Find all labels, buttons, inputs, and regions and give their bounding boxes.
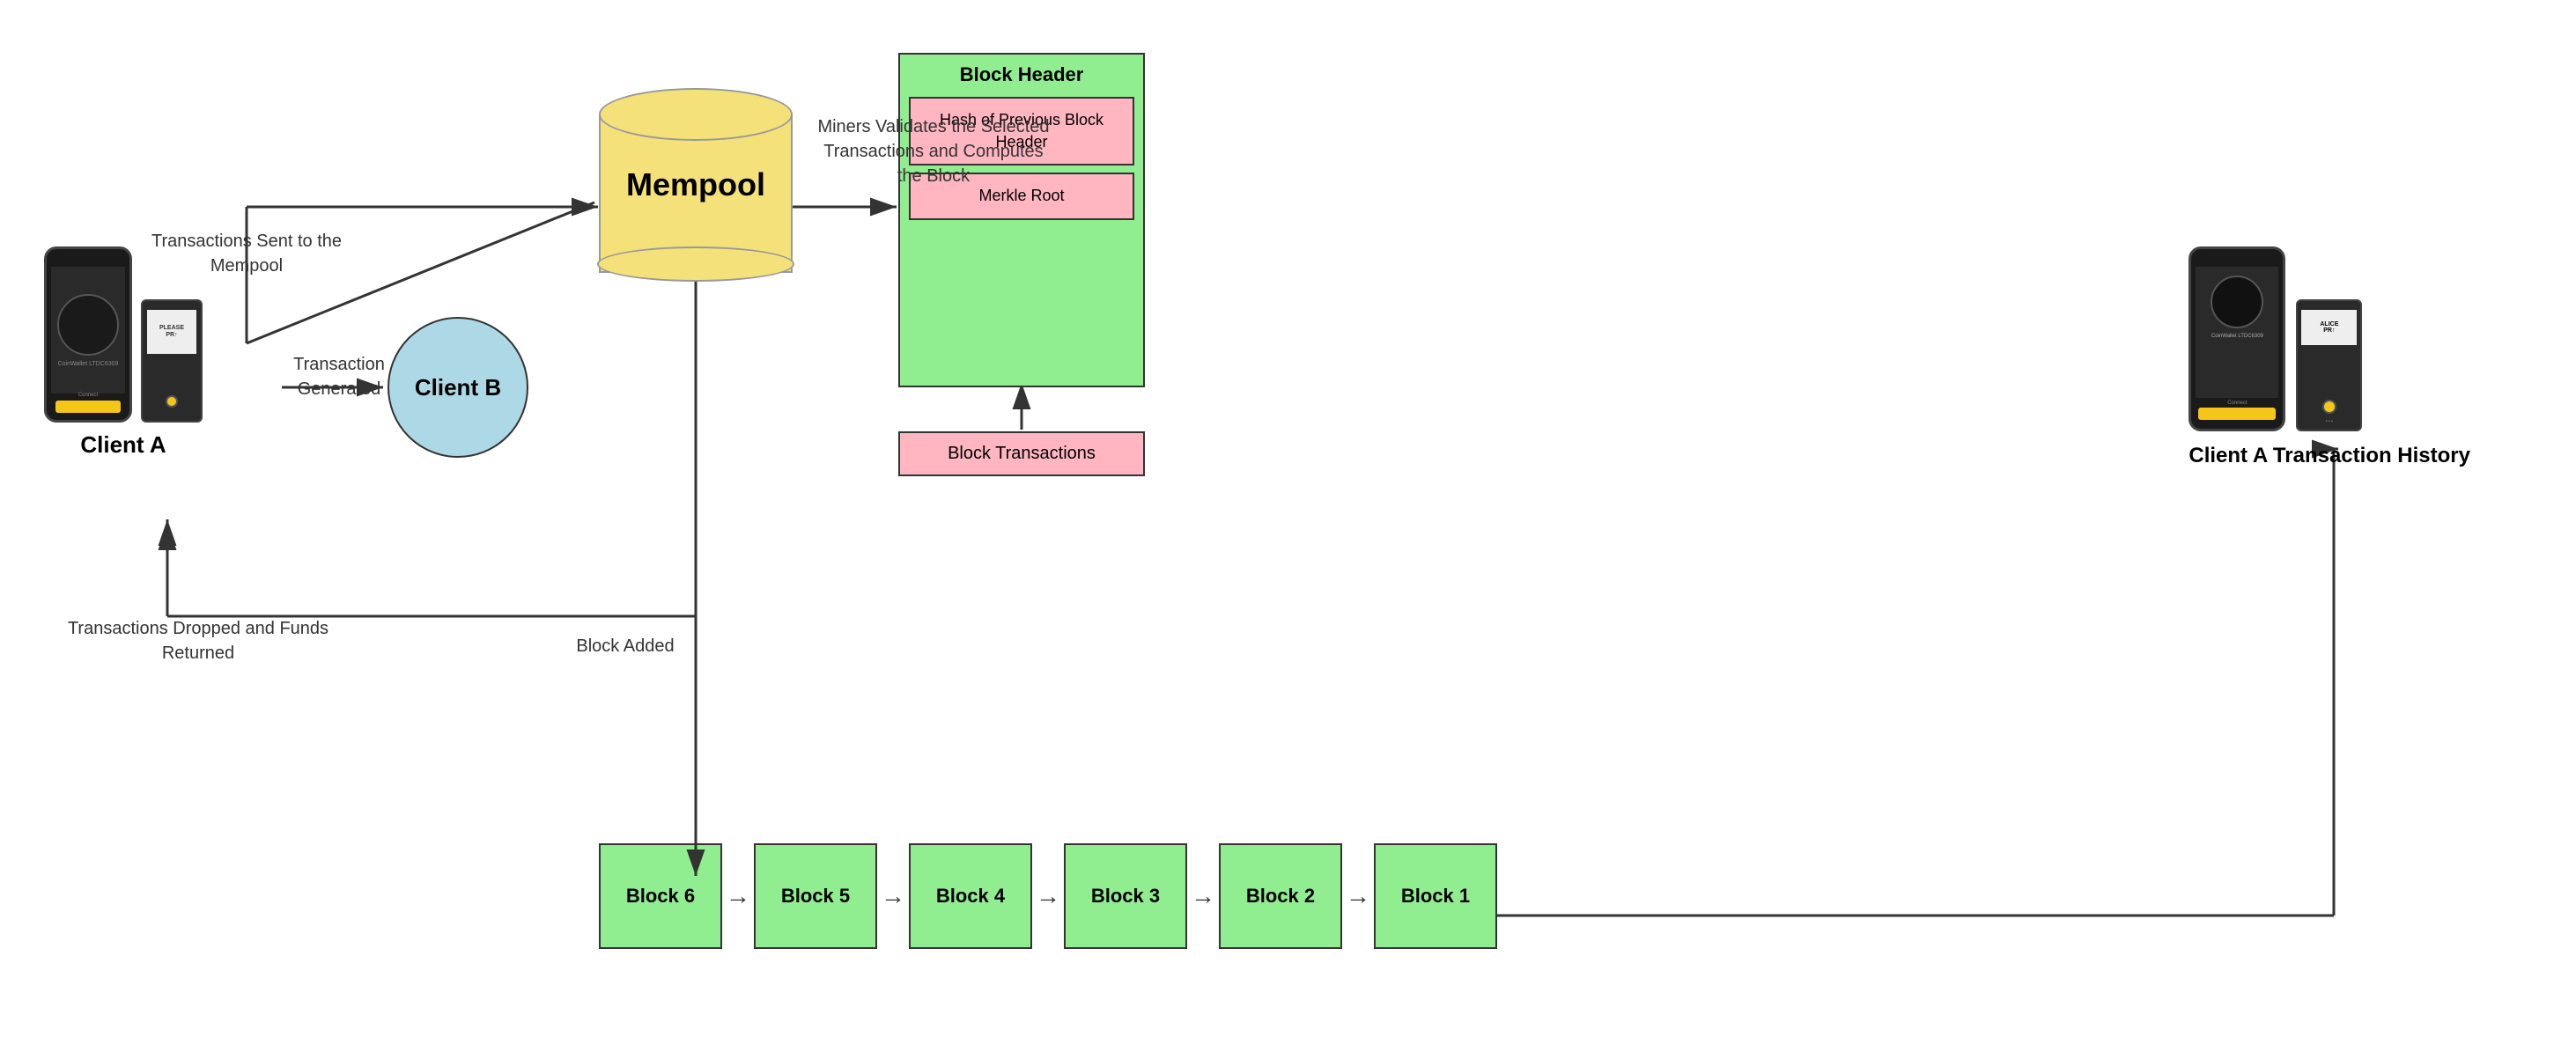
blockchain-row: Block 6 → Block 5 → Block 4 → Block 3 → … [599, 843, 1497, 949]
block-3: Block 3 [1064, 843, 1187, 949]
arrow-5-4: → [877, 882, 909, 910]
device-dot [166, 395, 178, 408]
block-transactions-box: Block Transactions [898, 431, 1145, 476]
history-yellow-bar [2198, 408, 2276, 420]
arrow-6-5: → [722, 882, 754, 910]
mempool-label: Mempool [626, 166, 765, 203]
block-header-title: Block Header [909, 63, 1134, 86]
arrow-4-3: → [1032, 882, 1064, 910]
history-circle [2211, 276, 2263, 328]
transactions-dropped-label: Transactions Dropped and Funds Returned [44, 616, 352, 666]
arrow-3-2: → [1187, 882, 1219, 910]
cylinder-top [599, 88, 793, 141]
phone-connect-text: Connect [78, 393, 98, 398]
diagram: Mempool Block Header Hash of Previous Bl… [0, 0, 2576, 1037]
client-history-label: Client A Transaction History [2188, 442, 2470, 469]
phone-screen: CoinWallet LTDC6309 [51, 267, 125, 393]
history-device-dot [2322, 400, 2336, 414]
transaction-generated-label: TransactionGenerated [273, 352, 405, 401]
history-connect-text: Connect [2227, 401, 2247, 406]
arrow-2-1: → [1342, 882, 1374, 910]
client-a-history-group: CoinWallet LTDC6309 Connect ALICEPR↑ • •… [2188, 246, 2470, 469]
mempool-cylinder: Mempool [599, 88, 793, 282]
block-header-box: Block Header Hash of Previous Block Head… [898, 53, 1145, 387]
block-2: Block 2 [1219, 843, 1342, 949]
device-screen: PLEASEPR↑ [147, 310, 196, 354]
miners-validates-label: Miners Validates the SelectedTransaction… [810, 114, 1057, 188]
client-a-device: PLEASEPR↑ [141, 299, 203, 423]
client-a-label: Client A [44, 431, 203, 459]
block-added-label: Block Added [546, 634, 705, 658]
history-device-dots: • • • [2326, 419, 2333, 424]
cylinder-bottom [597, 246, 794, 282]
client-a-group: CoinWallet LTDC6309 Connect PLEASEPR↑ Cl… [44, 246, 203, 459]
client-b-circle: Client B [388, 317, 528, 458]
transactions-sent-label: Transactions Sent to the Mempool [141, 229, 352, 278]
phone-body: CoinWallet LTDC6309 Connect [44, 246, 132, 423]
block-6: Block 6 [599, 843, 722, 949]
history-device-small: ALICEPR↑ • • • [2296, 299, 2362, 431]
block-4: Block 4 [909, 843, 1032, 949]
block-5: Block 5 [754, 843, 877, 949]
block-1: Block 1 [1374, 843, 1497, 949]
phone-yellow-bar [55, 401, 121, 413]
mempool-container: Mempool [599, 88, 793, 282]
history-device-screen: ALICEPR↑ [2301, 310, 2357, 345]
history-phone-screen: CoinWallet LTDC6309 [2196, 267, 2278, 398]
client-a-phone: CoinWallet LTDC6309 Connect [44, 246, 132, 423]
phone-screen-circle [57, 294, 119, 356]
history-phone-main: CoinWallet LTDC6309 Connect [2188, 246, 2285, 431]
